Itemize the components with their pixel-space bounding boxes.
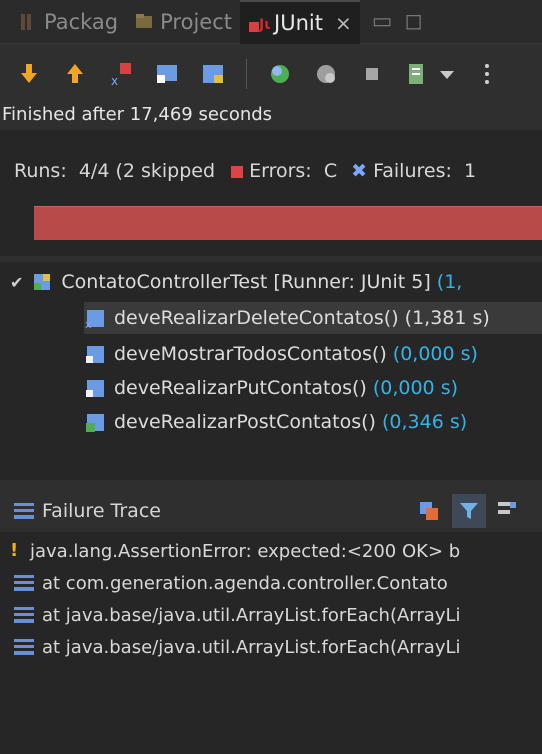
copy-trace-icon[interactable] xyxy=(496,500,518,527)
trace-line[interactable]: at java.base/java.util.ArrayList.forEach… xyxy=(0,600,461,630)
errors-value: C xyxy=(323,160,338,182)
test-time: (0,346 s) xyxy=(381,411,468,433)
tab-project-explorer[interactable]: Project xyxy=(126,0,240,44)
errors-label: Errors: xyxy=(249,160,312,182)
tree-item-mostrar[interactable]: deveMostrarTodosContatos() (0,000 s) xyxy=(84,338,478,370)
trace-text: java.lang.AssertionError: expected:<200 … xyxy=(30,540,461,562)
test-time: (0,000 s) xyxy=(372,377,459,399)
view-menu-icon[interactable] xyxy=(483,61,491,87)
tree-item-delete[interactable]: x deveRealizarDeleteContatos() (1,381 s) xyxy=(84,302,542,334)
scroll-lock-icon[interactable] xyxy=(200,61,226,87)
tab-label: Project xyxy=(160,9,232,34)
test-tree: ✔ ContatoControllerTest [Runner: JUnit 5… xyxy=(0,262,542,480)
show-failures-only-icon[interactable]: x xyxy=(108,61,134,88)
runs-label: Runs: xyxy=(14,160,67,182)
maximize-icon[interactable]: ◻ xyxy=(405,9,423,34)
svg-text:Ju: Ju xyxy=(258,17,270,33)
error-icon xyxy=(231,165,244,178)
previous-failure-icon[interactable] xyxy=(62,61,88,87)
compare-results-icon[interactable] xyxy=(418,500,440,527)
stack-trace-icon xyxy=(14,503,34,519)
filter-stack-trace-icon[interactable] xyxy=(452,494,486,528)
failures-label: Failures: xyxy=(373,160,452,182)
svg-text:!: ! xyxy=(10,540,18,560)
project-explorer-icon xyxy=(134,12,154,32)
failures-value: 1 xyxy=(463,160,477,182)
package-explorer-icon xyxy=(18,12,38,32)
status-text: Finished after 17,469 seconds xyxy=(2,104,273,125)
trace-line[interactable]: ! java.lang.AssertionError: expected:<20… xyxy=(0,536,460,566)
test-run-history-icon[interactable] xyxy=(405,61,431,87)
svg-text:x: x xyxy=(85,318,92,329)
junit-toolbar: x xyxy=(0,44,542,104)
tree-item-put[interactable]: deveRealizarPutContatos() (0,000 s) xyxy=(84,372,458,404)
tree-item-post[interactable]: deveRealizarPostContatos() (0,346 s) xyxy=(84,406,467,438)
chevron-down-icon[interactable] xyxy=(437,61,463,87)
junit-icon: Ju xyxy=(248,13,274,33)
next-failure-icon[interactable] xyxy=(16,61,42,87)
counter-panel: Runs: 4/4 (2 skipped Errors: C ✖ Failures… xyxy=(0,130,542,256)
trace-text: at java.base/java.util.ArrayList.forEach… xyxy=(42,636,461,658)
show-skipped-tests-only-icon[interactable] xyxy=(154,61,180,87)
tab-label: JUnit xyxy=(274,10,323,35)
tab-package-explorer[interactable]: Packag xyxy=(10,0,126,44)
stop-icon[interactable] xyxy=(359,61,385,87)
rerun-test-icon[interactable] xyxy=(267,61,293,87)
test-skipped-icon xyxy=(84,343,106,365)
tab-label: Packag xyxy=(44,9,119,34)
test-name: deveMostrarTodosContatos() xyxy=(114,343,387,365)
test-skipped-icon xyxy=(84,377,106,399)
tab-junit[interactable]: Ju JUnit ⨯ xyxy=(240,0,360,44)
failure-trace-title: Failure Trace xyxy=(42,500,161,522)
runs-value: 4/4 (2 skipped xyxy=(78,160,216,182)
toolbar-separator xyxy=(246,59,247,89)
test-name: deveRealizarPostContatos() xyxy=(114,411,376,433)
stack-frame-icon xyxy=(14,575,34,591)
trace-text: at java.base/java.util.ArrayList.forEach… xyxy=(42,604,461,626)
view-tab-bar: Packag Project Ju JUnit ⨯ ▭ ◻ xyxy=(0,0,542,44)
trace-line[interactable]: at com.generation.agenda.controller.Cont… xyxy=(0,568,448,598)
test-time: (1,381 s) xyxy=(404,307,490,329)
trace-line[interactable]: at java.base/java.util.ArrayList.forEach… xyxy=(0,632,461,662)
test-passed-icon xyxy=(84,411,106,433)
tree-root-label: ContatoControllerTest [Runner: JUnit 5] xyxy=(61,271,431,293)
rerun-failures-first-icon[interactable] xyxy=(313,61,339,87)
tree-root-time: (1, xyxy=(436,271,463,293)
counters-row: Runs: 4/4 (2 skipped Errors: C ✖ Failures… xyxy=(14,160,476,182)
tree-root-row[interactable]: ✔ ContatoControllerTest [Runner: JUnit 5… xyxy=(10,266,462,298)
test-failed-icon: x xyxy=(84,307,106,331)
chevron-down-icon[interactable]: ✔ xyxy=(10,273,23,292)
progress-bar xyxy=(34,206,542,240)
svg-text:x: x xyxy=(111,74,118,87)
failure-icon: ✖ xyxy=(351,160,368,182)
warning-icon: ! xyxy=(8,538,24,565)
close-icon[interactable]: ⨯ xyxy=(335,11,352,35)
failure-trace-header: Failure Trace xyxy=(0,490,542,532)
test-suite-icon xyxy=(31,271,53,293)
test-name: deveRealizarPutContatos() xyxy=(114,377,367,399)
test-name: deveRealizarDeleteContatos() xyxy=(114,307,399,329)
minimize-icon[interactable]: ▭ xyxy=(372,9,393,34)
failure-trace-panel: ! java.lang.AssertionError: expected:<20… xyxy=(0,532,542,754)
stack-frame-icon xyxy=(14,607,34,623)
trace-text: at com.generation.agenda.controller.Cont… xyxy=(42,572,448,594)
stack-frame-icon xyxy=(14,639,34,655)
test-time: (0,000 s) xyxy=(392,343,478,365)
